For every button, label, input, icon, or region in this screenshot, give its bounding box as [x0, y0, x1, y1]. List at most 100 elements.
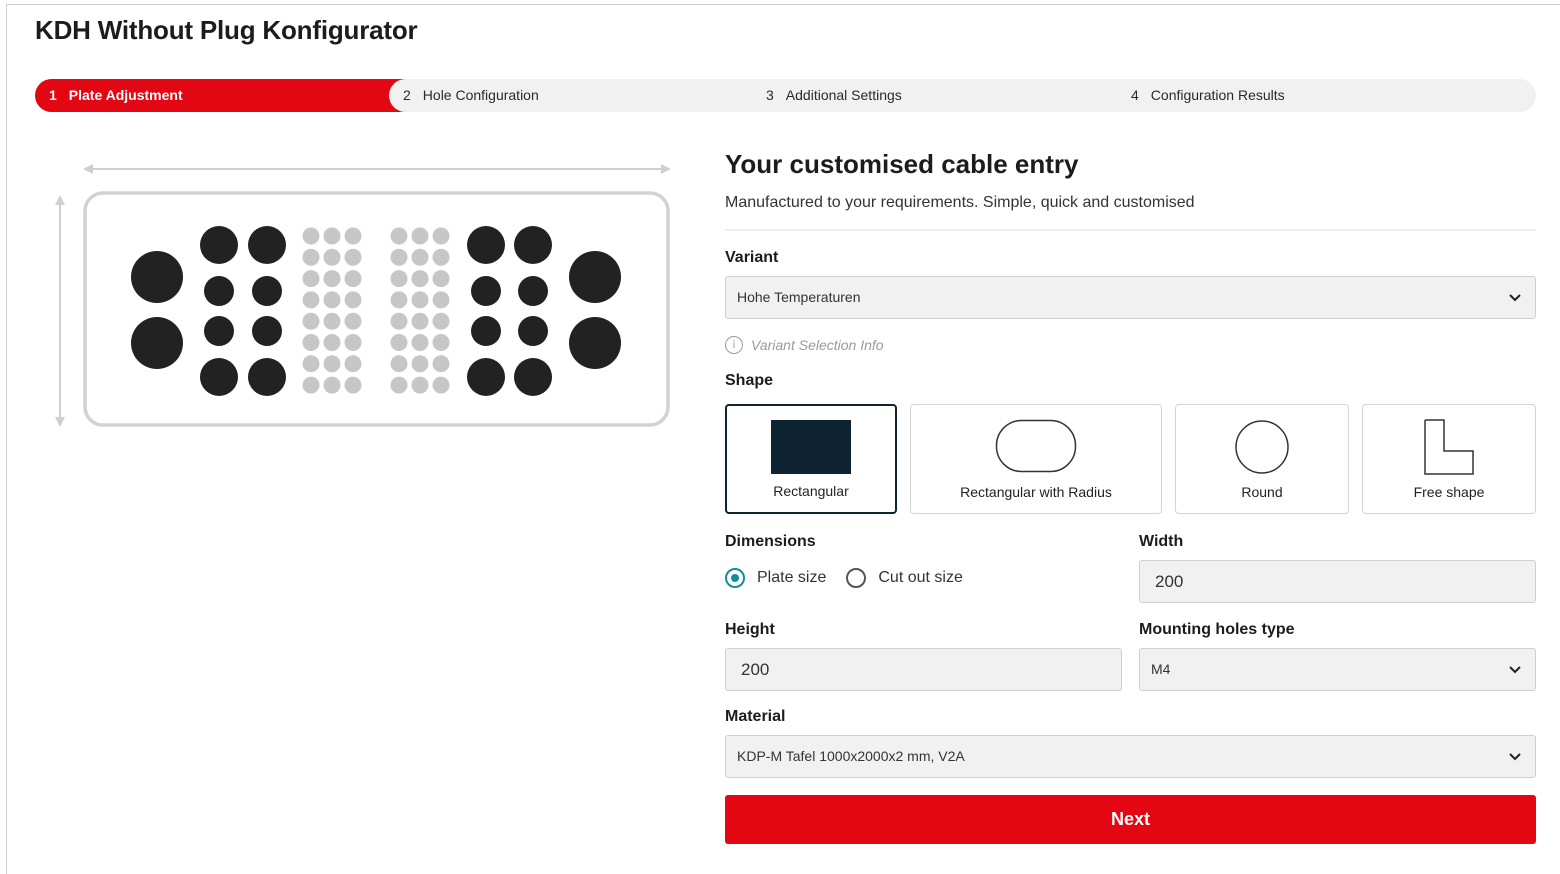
mounting-holes-select[interactable]: M4: [1139, 648, 1536, 691]
plate-hole-small: [432, 248, 450, 266]
variant-select[interactable]: Hohe Temperaturen: [725, 276, 1536, 319]
cut-out-size-radio[interactable]: [846, 568, 867, 588]
plate-hole-small: [411, 312, 429, 330]
circle-icon: [1235, 420, 1289, 474]
rectangle-icon: [771, 420, 851, 474]
chevron-down-icon: [1509, 277, 1521, 318]
plate-hole-large: [131, 251, 183, 303]
plate-hole-medium: [200, 358, 238, 396]
plate-hole-small: [411, 291, 429, 309]
plate-hole-small: [323, 376, 341, 394]
plate-hole-small: [323, 248, 341, 266]
plate-hole-medium: [252, 316, 282, 346]
plate-hole-small: [344, 312, 362, 330]
variant-info[interactable]: i Variant Selection Info: [725, 336, 1536, 354]
plate-hole-small: [323, 312, 341, 330]
plate-hole-small: [302, 376, 320, 394]
plate-size-radio[interactable]: [725, 568, 745, 588]
material-value: KDP-M Tafel 1000x2000x2 mm, V2A: [737, 748, 965, 764]
material-select[interactable]: KDP-M Tafel 1000x2000x2 mm, V2A: [725, 735, 1536, 778]
plate-preview: [51, 157, 671, 437]
plate-preview-graphic: [55, 164, 671, 427]
step-hole-configuration[interactable]: 2 Hole Configuration: [403, 79, 539, 112]
plate-hole-large: [569, 317, 621, 369]
plate-hole-small: [390, 376, 408, 394]
plate-hole-small: [344, 291, 362, 309]
plate-hole-small: [390, 312, 408, 330]
plate-hole-small: [323, 334, 341, 351]
plate-hole-medium: [514, 226, 552, 264]
plate-hole-small: [390, 227, 408, 245]
shape-option-rectangular-radius[interactable]: Rectangular with Radius: [910, 404, 1162, 514]
plate-hole-small: [432, 227, 450, 245]
height-mounting-row: Height 200 Mounting holes type M4: [725, 621, 1536, 691]
material-label: Material: [725, 708, 786, 725]
shape-label: Shape: [725, 372, 774, 389]
plate-hole-medium: [467, 358, 505, 396]
variant-value: Hohe Temperaturen: [737, 289, 861, 305]
plate-hole-small: [302, 312, 320, 330]
width-label: Width: [1139, 533, 1184, 550]
plate-hole-large: [569, 251, 621, 303]
plate-hole-small: [302, 355, 320, 373]
plate-hole-small: [390, 248, 408, 266]
plate-hole-medium: [471, 276, 501, 306]
step-configuration-results[interactable]: 4 Configuration Results: [1131, 79, 1285, 112]
rounded-rectangle-icon: [995, 419, 1077, 473]
plate-hole-medium: [518, 316, 548, 346]
step-additional-settings[interactable]: 3 Additional Settings: [766, 79, 902, 112]
dimensions-group: Dimensions Plate size Cut out size: [725, 533, 1122, 603]
plate-hole-large: [131, 317, 183, 369]
plate-hole-small: [302, 334, 320, 351]
shape-option-round[interactable]: Round: [1175, 404, 1349, 514]
height-group: Height 200: [725, 621, 1122, 691]
plate-hole-small: [344, 355, 362, 373]
form-heading: Your customised cable entry: [725, 149, 1079, 179]
plate-hole-small: [432, 355, 450, 373]
plate-hole-small: [432, 270, 450, 288]
configurator-app: KDH Without Plug Konfigurator 1 Plate Adj…: [6, 4, 1560, 874]
shape-option-free-shape[interactable]: Free shape: [1362, 404, 1536, 514]
variant-label: Variant: [725, 249, 779, 266]
plate-hole-medium: [204, 276, 234, 306]
plate-hole-small: [432, 312, 450, 330]
width-group: Width 200: [1139, 533, 1536, 603]
plate-hole-small: [390, 334, 408, 351]
dimensions-width-row: Dimensions Plate size Cut out size Width…: [725, 533, 1536, 603]
app-title: KDH Without Plug Konfigurator: [35, 15, 418, 45]
plate-hole-small: [323, 270, 341, 288]
plate-hole-small: [344, 270, 362, 288]
configuration-form: Your customised cable entry Manufactured…: [725, 149, 1536, 844]
info-icon: i: [725, 336, 743, 354]
next-button[interactable]: Next: [725, 795, 1536, 844]
plate-hole-small: [323, 355, 341, 373]
mounting-holes-value: M4: [1151, 661, 1171, 677]
plate-hole-small: [344, 248, 362, 266]
plate-hole-medium: [471, 316, 501, 346]
height-input[interactable]: 200: [725, 648, 1122, 691]
plate-hole-small: [302, 227, 320, 245]
plate-hole-medium: [200, 226, 238, 264]
plate-hole-small: [432, 376, 450, 394]
plate-hole-small: [302, 291, 320, 309]
chevron-down-icon: [1509, 649, 1521, 690]
plate-hole-small: [344, 376, 362, 394]
width-input[interactable]: 200: [1139, 560, 1536, 603]
shape-option-rectangular[interactable]: Rectangular: [725, 404, 897, 514]
mounting-holes-group: Mounting holes type M4: [1139, 621, 1536, 691]
plate-hole-small: [344, 227, 362, 245]
form-subtitle: Manufactured to your requirements. Simpl…: [725, 194, 1195, 211]
plate-hole-small: [323, 291, 341, 309]
plate-size-label[interactable]: Plate size: [757, 569, 826, 587]
plate-hole-small: [302, 248, 320, 266]
plate-hole-small: [390, 355, 408, 373]
step-plate-adjustment[interactable]: 1 Plate Adjustment: [35, 79, 425, 112]
dimensions-label: Dimensions: [725, 533, 816, 550]
plate-hole-small: [411, 270, 429, 288]
plate-hole-medium: [248, 358, 286, 396]
plate-hole-small: [411, 248, 429, 266]
variant-info-text: Variant Selection Info: [751, 337, 884, 353]
cut-out-size-label[interactable]: Cut out size: [878, 569, 962, 587]
plate-hole-medium: [467, 226, 505, 264]
plate-hole-small: [411, 376, 429, 394]
